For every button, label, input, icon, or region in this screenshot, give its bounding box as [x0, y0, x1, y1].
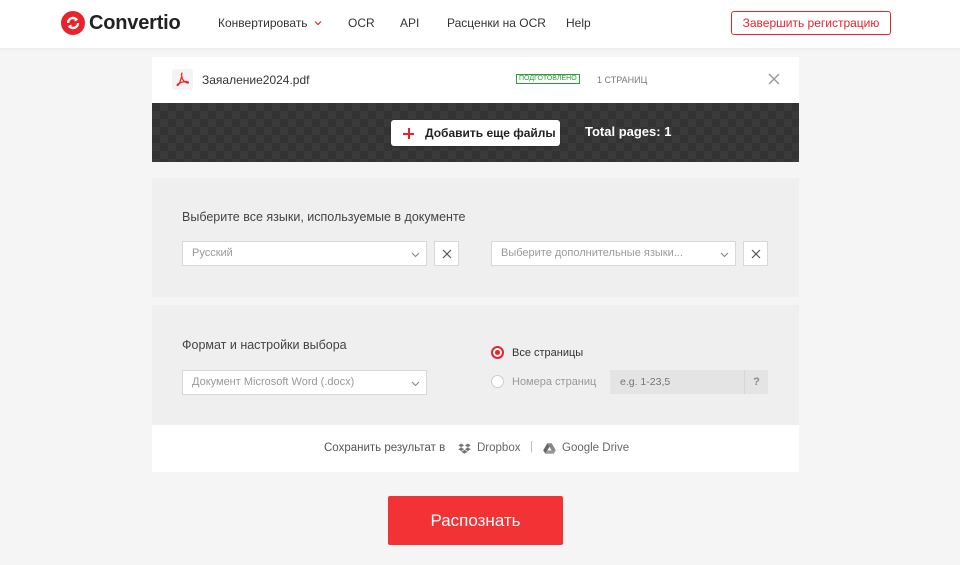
language-panel: Выберите все языки, используемые в докум… [152, 178, 799, 297]
page-numbers-input[interactable] [610, 370, 744, 394]
dropbox-icon [458, 443, 471, 454]
file-pages-count: 1 страниц [597, 75, 648, 85]
nav-help[interactable]: Help [566, 16, 591, 30]
all-pages-label: Все страницы [512, 346, 584, 359]
pdf-icon [172, 69, 193, 90]
nav-pricing[interactable]: Расценки на OCR [447, 16, 546, 30]
chevron-down-icon [411, 381, 420, 387]
add-files-button[interactable]: Добавить еще файлы [391, 120, 560, 146]
chevron-down-icon [314, 21, 321, 26]
save-dropbox-link[interactable]: Dropbox [458, 442, 520, 454]
nav-ocr[interactable]: OCR [348, 16, 375, 30]
format-title: Формат и настройки выбора [182, 338, 347, 352]
language-title: Выберите все языки, используемые в докум… [182, 210, 466, 224]
primary-language-value: Русский [192, 247, 233, 259]
chevron-down-icon [411, 252, 420, 258]
primary-language-select[interactable]: Русский [182, 241, 427, 266]
output-format-value: Документ Microsoft Word (.docx) [192, 376, 355, 388]
save-label: Сохранить результат в [324, 442, 446, 454]
format-panel: Формат и настройки выбора Документ Micro… [152, 305, 799, 425]
save-google-drive-link[interactable]: Google Drive [543, 442, 629, 454]
clear-extra-languages-button[interactable] [743, 241, 768, 266]
nav-convert[interactable]: Конвертировать [218, 16, 322, 30]
nav-api[interactable]: API [400, 16, 419, 30]
logo-icon [61, 11, 85, 35]
complete-signup-button[interactable]: Завершить регистрацию [731, 11, 891, 35]
close-icon [442, 249, 452, 259]
logo[interactable]: Convertio [61, 11, 181, 35]
save-destination-row: Сохранить результат в Dropbox | Google D… [152, 425, 799, 472]
close-icon[interactable] [767, 72, 781, 86]
extra-languages-placeholder: Выберите дополнительные языки... [501, 247, 683, 259]
total-pages: Total pages: 1 [585, 124, 672, 139]
status-badge: подготовлено [516, 74, 580, 84]
clear-primary-language-button[interactable] [434, 241, 459, 266]
all-pages-option[interactable]: Все страницы [491, 346, 583, 359]
google-drive-icon [543, 442, 556, 454]
nav-convert-label: Конвертировать [218, 16, 308, 30]
dropbox-label: Dropbox [477, 442, 521, 454]
brand-name: Convertio [89, 11, 181, 34]
chevron-down-icon [720, 252, 729, 258]
top-header: Convertio Конвертировать OCR API Расценк… [0, 0, 960, 48]
radio-unchecked-icon [491, 375, 504, 388]
google-drive-label: Google Drive [562, 442, 630, 454]
file-card: Заяаление2024.pdf подготовлено 1 страниц… [152, 57, 799, 162]
recognize-button[interactable]: Распознать [388, 496, 563, 545]
file-row: Заяаление2024.pdf подготовлено 1 страниц [152, 57, 799, 103]
close-icon [751, 249, 761, 259]
add-files-label: Добавить еще файлы [425, 126, 556, 140]
file-toolbar: Добавить еще файлы Total pages: 1 [152, 103, 799, 162]
page-numbers-option[interactable]: Номера страниц [491, 375, 596, 388]
page-numbers-label: Номера страниц [512, 375, 597, 388]
plus-icon [403, 127, 414, 139]
output-format-select[interactable]: Документ Microsoft Word (.docx) [182, 370, 427, 395]
radio-checked-icon [491, 346, 504, 359]
extra-languages-select[interactable]: Выберите дополнительные языки... [491, 241, 736, 266]
page-numbers-help-button[interactable]: ? [744, 370, 768, 394]
file-name: Заяаление2024.pdf [202, 73, 310, 87]
save-separator: | [530, 441, 533, 453]
